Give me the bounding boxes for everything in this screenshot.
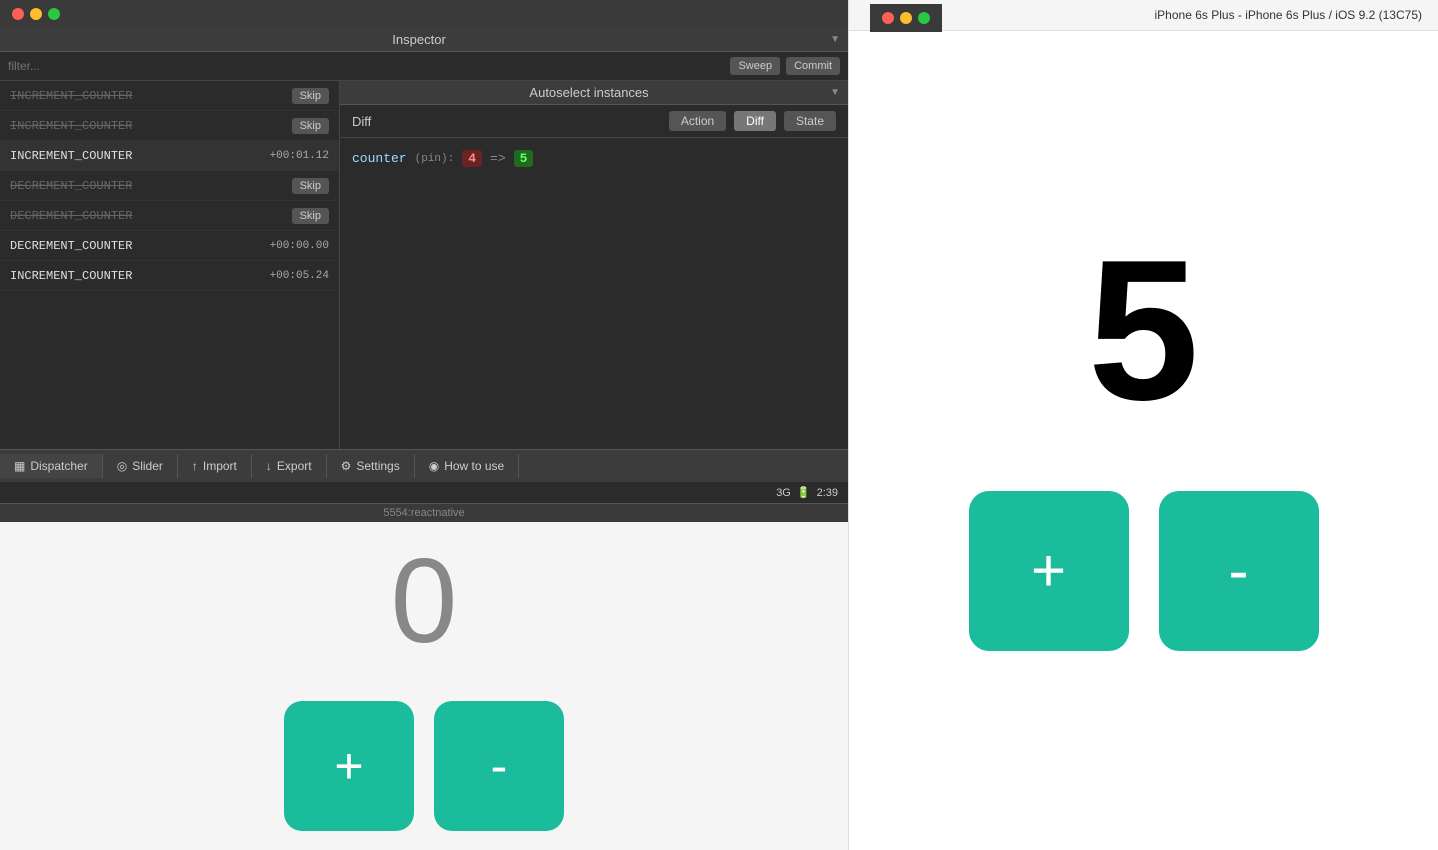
close-button[interactable] xyxy=(12,8,24,20)
diff-header: Diff Action Diff State xyxy=(340,105,848,138)
phone-status-bar: 3G 🔋 2:39 xyxy=(0,482,848,503)
dispatcher-label: Dispatcher xyxy=(30,459,87,473)
phone-decrement-button[interactable]: - xyxy=(434,701,564,831)
action-name: DECREMENT_COUNTER xyxy=(10,239,132,253)
action-time: +00:05.24 xyxy=(270,270,329,282)
phone-simulator: 3G 🔋 2:39 5554:reactnative 0 + - xyxy=(0,482,848,850)
export-icon: ↓ xyxy=(266,459,272,473)
maximize-button[interactable] xyxy=(48,8,60,20)
phone-increment-button[interactable]: + xyxy=(284,701,414,831)
slider-label: Slider xyxy=(132,459,163,473)
action-name: DECREMENT_COUNTER xyxy=(10,209,132,223)
tab-action[interactable]: Action xyxy=(669,111,726,131)
diff-old-value: 4 xyxy=(462,150,482,167)
filter-input[interactable] xyxy=(8,59,724,73)
phone-content: 0 + - xyxy=(0,522,848,850)
action-name: INCREMENT_COUNTER xyxy=(10,89,132,103)
action-name: INCREMENT_COUNTER xyxy=(10,269,132,283)
action-item: DECREMENT_COUNTER Skip xyxy=(0,171,339,201)
action-item: DECREMENT_COUNTER Skip xyxy=(0,201,339,231)
skip-button[interactable]: Skip xyxy=(292,88,329,104)
minimize-button[interactable] xyxy=(30,8,42,20)
filter-bar: Sweep Commit xyxy=(0,52,848,81)
diff-key: counter xyxy=(352,151,407,166)
inspector-title: Inspector xyxy=(8,32,830,47)
tab-diff[interactable]: Diff xyxy=(734,111,776,131)
autoselect-dropdown-icon[interactable]: ▼ xyxy=(830,87,840,98)
export-label: Export xyxy=(277,459,312,473)
action-time: +00:01.12 xyxy=(270,150,329,162)
import-label: Import xyxy=(203,459,237,473)
right-increment-button[interactable]: + xyxy=(969,491,1129,651)
right-traffic-lights xyxy=(870,4,942,32)
action-item[interactable]: INCREMENT_COUNTER +00:01.12 xyxy=(0,141,339,171)
action-item: INCREMENT_COUNTER Skip xyxy=(0,81,339,111)
bottom-toolbar: ▦ Dispatcher ◎ Slider ↑ Import ↓ Export … xyxy=(0,449,848,482)
toolbar-dispatcher[interactable]: ▦ Dispatcher xyxy=(0,454,103,478)
toolbar-how-to-use[interactable]: ◉ How to use xyxy=(415,454,520,478)
right-decrement-button[interactable]: - xyxy=(1159,491,1319,651)
action-item[interactable]: INCREMENT_COUNTER +00:05.24 xyxy=(0,261,339,291)
phone-time: 2:39 xyxy=(817,487,838,499)
inspector-header: Inspector ▼ xyxy=(0,28,848,52)
diff-pin: (pin): xyxy=(415,153,455,165)
action-name: INCREMENT_COUNTER xyxy=(10,149,132,163)
right-maximize-button[interactable] xyxy=(918,12,930,24)
how-to-use-label: How to use xyxy=(444,459,504,473)
skip-button[interactable]: Skip xyxy=(292,118,329,134)
action-item: INCREMENT_COUNTER Skip xyxy=(0,111,339,141)
diff-title: Diff xyxy=(352,114,661,129)
inspector-dropdown-icon[interactable]: ▼ xyxy=(830,34,840,45)
action-list: INCREMENT_COUNTER Skip INCREMENT_COUNTER… xyxy=(0,81,340,449)
right-minimize-button[interactable] xyxy=(900,12,912,24)
action-name: DECREMENT_COUNTER xyxy=(10,179,132,193)
diff-pane: Autoselect instances ▼ Diff Action Diff … xyxy=(340,81,848,449)
action-time: +00:00.00 xyxy=(270,240,329,252)
action-item[interactable]: DECREMENT_COUNTER +00:00.00 xyxy=(0,231,339,261)
slider-icon: ◎ xyxy=(117,459,127,473)
diff-content: counter (pin): 4 => 5 xyxy=(340,138,848,449)
how-to-use-icon: ◉ xyxy=(429,459,439,473)
diff-new-value: 5 xyxy=(514,150,534,167)
sweep-button[interactable]: Sweep xyxy=(730,57,780,75)
right-close-button[interactable] xyxy=(882,12,894,24)
tab-state[interactable]: State xyxy=(784,111,836,131)
status-text: 5554:reactnative xyxy=(383,507,464,519)
settings-icon: ⚙ xyxy=(341,459,352,473)
phone-network: 3G xyxy=(776,487,791,499)
import-icon: ↑ xyxy=(192,459,198,473)
battery-icon: 🔋 xyxy=(797,486,811,499)
main-content: INCREMENT_COUNTER Skip INCREMENT_COUNTER… xyxy=(0,81,848,449)
autoselect-header: Autoselect instances ▼ xyxy=(340,81,848,105)
dispatcher-icon: ▦ xyxy=(14,459,25,473)
traffic-lights xyxy=(0,0,848,28)
right-panel-title: iPhone 6s Plus - iPhone 6s Plus / iOS 9.… xyxy=(1155,8,1422,22)
toolbar-settings[interactable]: ⚙ Settings xyxy=(327,454,415,478)
settings-label: Settings xyxy=(356,459,399,473)
commit-button[interactable]: Commit xyxy=(786,57,840,75)
diff-line: counter (pin): 4 => 5 xyxy=(352,150,836,167)
toolbar-import[interactable]: ↑ Import xyxy=(178,454,252,478)
right-panel: iPhone 6s Plus - iPhone 6s Plus / iOS 9.… xyxy=(848,0,1438,850)
toolbar-slider[interactable]: ◎ Slider xyxy=(103,454,178,478)
right-panel-content: 5 + - xyxy=(849,31,1438,850)
toolbar-export[interactable]: ↓ Export xyxy=(252,454,327,478)
right-buttons: + - xyxy=(969,491,1319,651)
diff-arrow-icon: => xyxy=(490,151,506,166)
phone-counter-value: 0 xyxy=(391,541,458,661)
phone-buttons: + - xyxy=(284,701,564,831)
right-counter-value: 5 xyxy=(1088,231,1199,431)
status-bar: 5554:reactnative xyxy=(0,503,848,522)
action-name: INCREMENT_COUNTER xyxy=(10,119,132,133)
skip-button[interactable]: Skip xyxy=(292,208,329,224)
inspector-panel: Inspector ▼ Sweep Commit INCREMENT_COUNT… xyxy=(0,0,848,850)
skip-button[interactable]: Skip xyxy=(292,178,329,194)
autoselect-title: Autoselect instances xyxy=(348,85,830,100)
right-panel-titlebar: iPhone 6s Plus - iPhone 6s Plus / iOS 9.… xyxy=(849,0,1438,31)
